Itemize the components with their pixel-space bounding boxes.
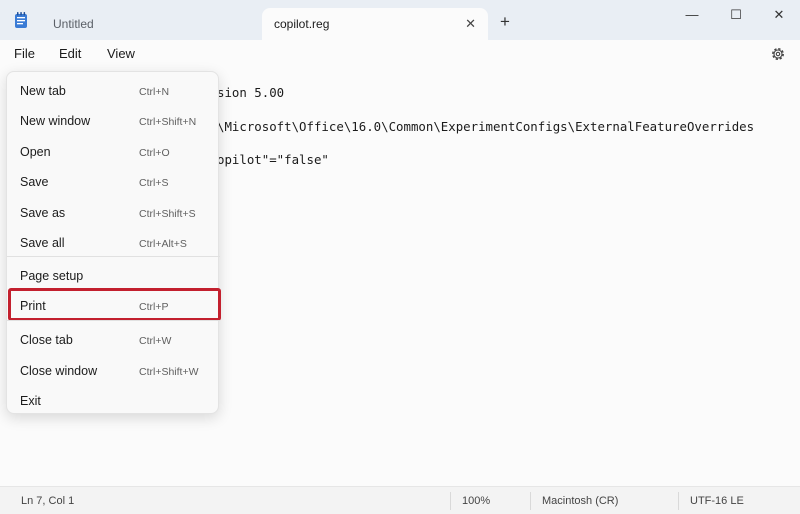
menu-item-label: Open bbox=[20, 145, 51, 159]
status-divider bbox=[678, 492, 679, 510]
editor-line: \Microsoft\Office\16.0\Common\Experiment… bbox=[217, 119, 755, 134]
menu-item-label: Save as bbox=[20, 206, 66, 220]
menu-item-save[interactable]: Save Ctrl+S bbox=[7, 168, 220, 196]
editor-line: sion 5.00 bbox=[217, 85, 285, 100]
tab-untitled[interactable]: Untitled bbox=[40, 8, 262, 40]
menu-item-shortcut: Ctrl+Shift+N bbox=[139, 116, 197, 128]
menu-edit[interactable]: Edit bbox=[59, 46, 81, 61]
menu-item-exit[interactable]: Exit bbox=[7, 387, 220, 415]
menu-item-page-setup[interactable]: Page setup bbox=[7, 262, 220, 290]
menu-item-shortcut: Ctrl+Shift+S bbox=[139, 208, 196, 220]
cursor-position: Ln 7, Col 1 bbox=[21, 495, 75, 507]
menu-item-shortcut: Ctrl+S bbox=[139, 177, 169, 189]
menu-item-close-window[interactable]: Close window Ctrl+Shift+W bbox=[7, 357, 220, 385]
menu-item-save-as[interactable]: Save as Ctrl+Shift+S bbox=[7, 199, 220, 227]
menu-divider bbox=[7, 256, 220, 257]
menu-item-label: Close window bbox=[20, 364, 98, 378]
zoom-level[interactable]: 100% bbox=[462, 495, 490, 507]
menu-bar: File Edit View bbox=[0, 40, 800, 69]
status-divider bbox=[450, 492, 451, 510]
menu-item-label: Save all bbox=[20, 236, 65, 250]
minimize-button[interactable]: — bbox=[672, 4, 712, 26]
file-menu-dropdown: New tab Ctrl+N New window Ctrl+Shift+N O… bbox=[6, 71, 221, 415]
maximize-button[interactable]: ☐ bbox=[716, 4, 756, 26]
menu-item-label: Close tab bbox=[20, 333, 73, 347]
status-divider bbox=[530, 492, 531, 510]
gear-icon[interactable] bbox=[770, 46, 786, 62]
menu-item-shortcut: Ctrl+O bbox=[139, 147, 170, 159]
new-tab-button[interactable]: + bbox=[500, 13, 510, 31]
menu-item-label: Page setup bbox=[20, 269, 84, 283]
menu-view[interactable]: View bbox=[107, 46, 135, 61]
title-bar: Untitled copilot.reg ✕ + — ☐ ✕ bbox=[0, 0, 800, 40]
menu-divider bbox=[7, 320, 220, 321]
menu-item-label: Save bbox=[20, 175, 49, 189]
menu-item-shortcut: Ctrl+N bbox=[139, 86, 170, 98]
menu-item-new-window[interactable]: New window Ctrl+Shift+N bbox=[7, 107, 220, 135]
menu-file[interactable]: File bbox=[14, 46, 35, 61]
menu-item-shortcut: Ctrl+Shift+W bbox=[139, 366, 199, 378]
menu-item-label: New window bbox=[20, 114, 91, 128]
menu-item-close-tab[interactable]: Close tab Ctrl+W bbox=[7, 326, 220, 354]
tab-label: Untitled bbox=[53, 17, 94, 31]
editor-line: opilot"="false" bbox=[217, 152, 329, 167]
menu-item-save-all[interactable]: Save all Ctrl+Alt+S bbox=[7, 229, 220, 257]
menu-item-open[interactable]: Open Ctrl+O bbox=[7, 138, 220, 166]
menu-item-label: Exit bbox=[20, 394, 41, 408]
notepad-icon bbox=[15, 12, 27, 28]
close-tab-icon[interactable]: ✕ bbox=[465, 16, 476, 32]
tab-copilot-reg[interactable]: copilot.reg ✕ bbox=[262, 8, 488, 40]
tab-label: copilot.reg bbox=[274, 17, 330, 31]
print-highlight-box bbox=[8, 288, 221, 321]
menu-item-new-tab[interactable]: New tab Ctrl+N bbox=[7, 77, 220, 105]
line-ending[interactable]: Macintosh (CR) bbox=[542, 495, 618, 507]
menu-item-label: New tab bbox=[20, 84, 66, 98]
menu-item-shortcut: Ctrl+W bbox=[139, 335, 172, 347]
encoding[interactable]: UTF-16 LE bbox=[690, 495, 744, 507]
menu-item-shortcut: Ctrl+Alt+S bbox=[139, 238, 187, 250]
status-bar: Ln 7, Col 1 100% Macintosh (CR) UTF-16 L… bbox=[0, 486, 800, 514]
close-window-button[interactable]: ✕ bbox=[759, 4, 799, 26]
